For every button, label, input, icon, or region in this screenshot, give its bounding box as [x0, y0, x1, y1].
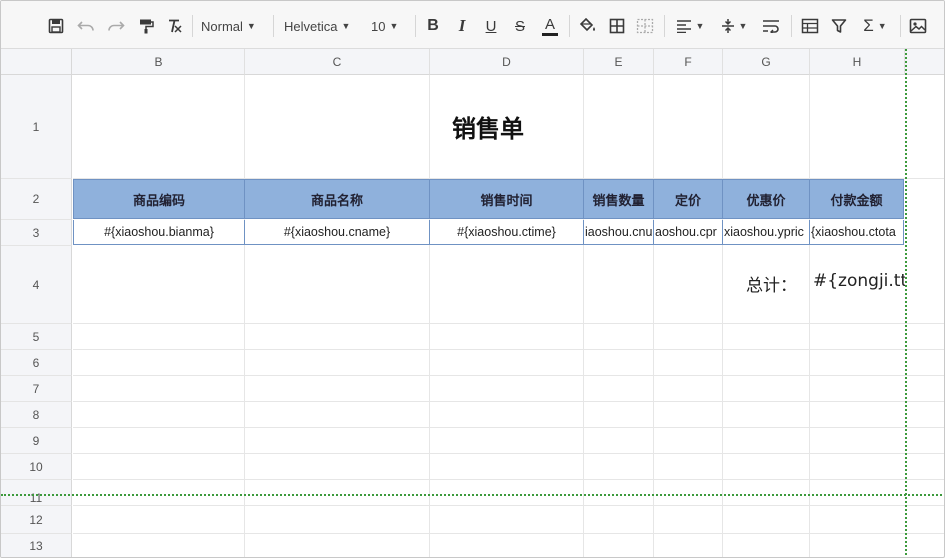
sum-icon: Σ	[863, 16, 874, 35]
row-header-10[interactable]: 10	[1, 454, 72, 480]
column-header-c[interactable]: C	[245, 49, 430, 75]
header-cell-sale-qty[interactable]: 销售数量	[583, 179, 654, 219]
clear-format-icon[interactable]	[163, 14, 185, 38]
font-size-dropdown[interactable]: 10 ▼	[371, 14, 407, 38]
chevron-down-icon: ▼	[738, 21, 748, 31]
column-header-g[interactable]: G	[723, 49, 810, 75]
sum-dropdown[interactable]: Σ ▼	[858, 14, 892, 38]
grid-line	[73, 453, 944, 454]
toolbar-separator	[415, 15, 416, 37]
header-cell-payment-amount[interactable]: 付款金额	[809, 179, 904, 219]
table-icon[interactable]	[798, 14, 822, 38]
toolbar-separator	[791, 15, 792, 37]
column-header-f[interactable]: F	[654, 49, 723, 75]
data-cell-discount-price[interactable]: xiaoshou.ypric	[722, 220, 810, 245]
filter-icon[interactable]	[828, 14, 850, 38]
font-size-value: 10	[371, 18, 386, 34]
data-cell-price[interactable]: aoshou.cpr	[653, 220, 723, 245]
data-cell-sale-qty[interactable]: iaoshou.cnu	[583, 220, 654, 245]
sheet-title-cell[interactable]: 销售单	[73, 75, 903, 178]
data-cell-item-name[interactable]: #{xiaoshou.cname}	[244, 220, 430, 245]
sheet-grid: A B C D E F G H 1 2 3 4 5 6 7 8 9 10 11 …	[1, 49, 944, 557]
grid-line	[73, 323, 944, 324]
row-header-4[interactable]: 4	[1, 246, 72, 324]
italic-button[interactable]: I	[451, 14, 473, 38]
font-style-dropdown[interactable]: Normal ▼	[201, 14, 267, 38]
fill-color-icon[interactable]	[576, 14, 600, 38]
header-cell-discount-price[interactable]: 优惠价	[722, 179, 810, 219]
toolbar-separator	[273, 15, 274, 37]
grid-line	[73, 533, 944, 534]
grid-line	[73, 427, 944, 428]
toolbar-separator	[192, 15, 193, 37]
header-cell-item-name[interactable]: 商品名称	[244, 179, 430, 219]
bold-button[interactable]: B	[422, 14, 444, 38]
text-color-swatch	[542, 32, 558, 36]
text-color-button[interactable]: A	[538, 14, 562, 38]
column-header-e[interactable]: E	[584, 49, 654, 75]
row-header-5[interactable]: 5	[1, 324, 72, 350]
column-header-h[interactable]: H	[810, 49, 905, 75]
redo-icon[interactable]	[105, 14, 127, 38]
row-header-6[interactable]: 6	[1, 350, 72, 376]
toolbar: Normal ▼ Helvetica ▼ 10 ▼ B I U S A ▼ ▼ …	[1, 1, 944, 49]
data-cell-payment-amount[interactable]: {xiaoshou.ctota	[809, 220, 904, 245]
toolbar-separator	[900, 15, 901, 37]
toolbar-separator	[664, 15, 665, 37]
row-header-13[interactable]: 13	[1, 534, 72, 557]
chevron-down-icon: ▼	[341, 21, 351, 31]
page-break-horizontal	[1, 494, 944, 496]
grid-line	[73, 349, 944, 350]
row-header-9[interactable]: 9	[1, 428, 72, 454]
merge-cells-icon[interactable]	[634, 14, 656, 38]
column-header-d[interactable]: D	[430, 49, 584, 75]
chevron-down-icon: ▼	[695, 21, 705, 31]
format-painter-icon[interactable]	[135, 14, 157, 38]
text-color-label: A	[544, 15, 555, 33]
horizontal-align-dropdown[interactable]: ▼	[673, 14, 707, 38]
column-header-overflow	[905, 49, 944, 75]
save-icon[interactable]	[45, 14, 67, 38]
toolbar-separator	[569, 15, 570, 37]
grid-line	[73, 401, 944, 402]
undo-icon[interactable]	[75, 14, 97, 38]
vertical-align-dropdown[interactable]: ▼	[717, 14, 751, 38]
row-header-1[interactable]: 1	[1, 75, 72, 179]
row-header-12[interactable]: 12	[1, 506, 72, 534]
header-cell-sale-time[interactable]: 销售时间	[429, 179, 584, 219]
column-header-b[interactable]: B	[73, 49, 245, 75]
grid-line	[73, 505, 944, 506]
wrap-text-icon[interactable]	[759, 14, 783, 38]
grid-line	[73, 479, 944, 480]
underline-button[interactable]: U	[480, 14, 502, 38]
data-cell-item-code[interactable]: #{xiaoshou.bianma}	[73, 220, 245, 245]
row-header-3[interactable]: 3	[1, 220, 72, 246]
page-break-vertical	[905, 49, 907, 557]
borders-icon[interactable]	[606, 14, 628, 38]
row-header-11[interactable]: 11	[1, 480, 72, 506]
header-cell-price[interactable]: 定价	[653, 179, 723, 219]
grid-line	[73, 375, 944, 376]
spreadsheet-app: Normal ▼ Helvetica ▼ 10 ▼ B I U S A ▼ ▼ …	[0, 0, 945, 558]
chevron-down-icon: ▼	[389, 21, 399, 31]
select-all-corner[interactable]	[1, 49, 72, 75]
strikethrough-button[interactable]: S	[509, 14, 531, 38]
font-family-dropdown[interactable]: Helvetica ▼	[284, 14, 360, 38]
total-value-cell[interactable]: #{zongji.tto	[813, 271, 905, 291]
row-header-7[interactable]: 7	[1, 376, 72, 402]
total-label-cell[interactable]: 总计：	[746, 271, 797, 296]
insert-image-icon[interactable]	[906, 14, 930, 38]
chevron-down-icon: ▼	[877, 21, 887, 31]
font-style-value: Normal	[201, 18, 243, 34]
row-header-8[interactable]: 8	[1, 402, 72, 428]
chevron-down-icon: ▼	[246, 21, 256, 31]
data-cell-sale-time[interactable]: #{xiaoshou.ctime}	[429, 220, 584, 245]
row-header-2[interactable]: 2	[1, 179, 72, 220]
header-cell-item-code[interactable]: 商品编码	[73, 179, 245, 219]
font-family-value: Helvetica	[284, 18, 338, 34]
